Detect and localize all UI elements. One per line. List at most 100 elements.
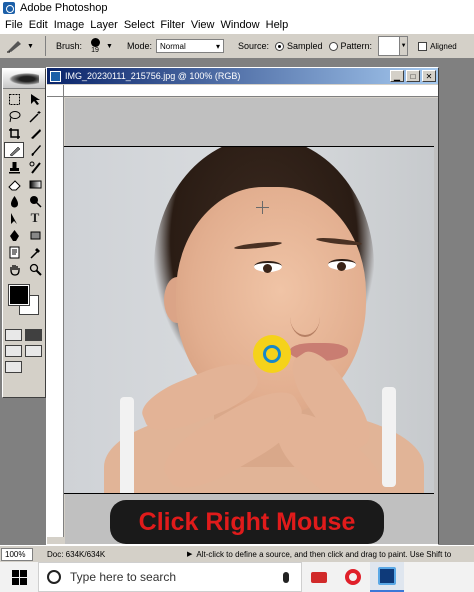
vertical-ruler[interactable] bbox=[47, 97, 64, 537]
zoom-field[interactable]: 100% bbox=[1, 547, 33, 561]
pattern-label: Pattern: bbox=[340, 41, 373, 51]
brush-picker[interactable]: 19 bbox=[86, 35, 104, 57]
pattern-dropdown-icon[interactable]: ▼ bbox=[400, 36, 409, 56]
brush-size: 19 bbox=[91, 46, 99, 54]
slice-tool-icon[interactable] bbox=[25, 125, 45, 141]
microphone-icon[interactable] bbox=[283, 571, 289, 583]
checkbox-icon bbox=[418, 41, 428, 51]
magic-wand-tool-icon[interactable] bbox=[25, 108, 45, 124]
taskbar-opera-app[interactable] bbox=[336, 562, 370, 592]
photo-image[interactable] bbox=[64, 146, 434, 494]
crop-tool-icon[interactable] bbox=[4, 125, 24, 141]
eyedropper-tool-icon[interactable] bbox=[25, 244, 45, 260]
radio-unselected-icon bbox=[328, 41, 338, 51]
mode-value: Normal bbox=[159, 41, 186, 51]
clone-stamp-icon bbox=[7, 41, 21, 53]
mouse-cursor-highlight-icon bbox=[253, 335, 291, 373]
mode-select[interactable]: Normal ▾ bbox=[155, 39, 224, 53]
document-icon bbox=[50, 70, 61, 82]
menu-view[interactable]: View bbox=[190, 19, 220, 31]
source-label: Source: bbox=[237, 41, 269, 51]
pen-tool-icon[interactable] bbox=[4, 227, 24, 243]
opera-browser-icon bbox=[345, 569, 361, 585]
foreground-color-swatch[interactable] bbox=[8, 284, 30, 306]
brush-label: Brush: bbox=[56, 41, 83, 51]
chevron-down-icon: ▾ bbox=[215, 41, 220, 51]
search-icon bbox=[47, 570, 61, 584]
brush-tool-icon[interactable] bbox=[25, 142, 45, 158]
mode-label: Mode: bbox=[126, 41, 152, 51]
zoom-tool-icon[interactable] bbox=[25, 261, 45, 277]
menu-filter[interactable]: Filter bbox=[159, 19, 189, 31]
clone-source-crosshair-icon bbox=[256, 201, 269, 214]
color-swatches bbox=[5, 283, 43, 323]
source-sampled-radio[interactable]: Sampled bbox=[275, 41, 323, 51]
overlay-caption: Click Right Mouse bbox=[110, 500, 384, 544]
taskbar-photoshop-app[interactable] bbox=[370, 562, 404, 592]
toolbox: T bbox=[2, 68, 46, 398]
tool-preset-picker[interactable]: ▼ bbox=[6, 36, 46, 56]
menu-select[interactable]: Select bbox=[123, 19, 160, 31]
search-placeholder: Type here to search bbox=[70, 570, 177, 584]
status-menu-arrow-icon[interactable]: ▶ bbox=[187, 550, 192, 558]
screen-mode-standard-icon[interactable] bbox=[5, 345, 22, 357]
strap-right bbox=[382, 387, 396, 487]
clone-stamp-tool-icon[interactable] bbox=[4, 159, 24, 175]
taskbar-recorder-app[interactable] bbox=[302, 562, 336, 592]
move-tool-icon[interactable] bbox=[25, 91, 45, 107]
ruler-corner bbox=[47, 85, 64, 97]
hand-tool-icon[interactable] bbox=[4, 261, 24, 277]
app-title: Adobe Photoshop bbox=[20, 2, 108, 14]
menu-image[interactable]: Image bbox=[53, 19, 90, 31]
minimize-button[interactable]: ▁ bbox=[390, 70, 404, 82]
notes-tool-icon[interactable] bbox=[4, 244, 24, 260]
type-tool-icon[interactable]: T bbox=[25, 210, 45, 226]
windows-taskbar: Type here to search bbox=[0, 562, 474, 592]
standard-mode-icon[interactable] bbox=[5, 329, 22, 341]
dodge-tool-icon[interactable] bbox=[25, 193, 45, 209]
eraser-tool-icon[interactable] bbox=[4, 176, 24, 192]
shape-tool-icon[interactable] bbox=[25, 227, 45, 243]
menu-layer[interactable]: Layer bbox=[89, 19, 123, 31]
brush-tip-icon bbox=[90, 37, 100, 47]
nose-shape bbox=[290, 297, 320, 337]
marquee-tool-icon[interactable] bbox=[4, 91, 24, 107]
path-selection-tool-icon[interactable] bbox=[4, 210, 24, 226]
lasso-tool-icon[interactable] bbox=[4, 108, 24, 124]
document-titlebar[interactable]: IMG_20230111_215756.jpg @ 100% (RGB) ▁ □… bbox=[47, 68, 438, 84]
radio-selected-icon bbox=[275, 41, 284, 51]
horizontal-ruler[interactable] bbox=[64, 85, 438, 97]
history-brush-tool-icon[interactable] bbox=[25, 159, 45, 175]
blur-tool-icon[interactable] bbox=[4, 193, 24, 209]
taskbar-search-box[interactable]: Type here to search bbox=[38, 562, 302, 592]
document-title: IMG_20230111_215756.jpg @ 100% (RGB) bbox=[65, 71, 241, 81]
tool-hint-text: Alt-click to define a source, and then c… bbox=[196, 549, 452, 559]
windows-logo-icon bbox=[11, 569, 27, 585]
healing-brush-tool-icon[interactable] bbox=[4, 142, 24, 158]
source-pattern-radio[interactable]: Pattern: bbox=[328, 41, 373, 51]
pattern-swatch[interactable] bbox=[378, 36, 401, 56]
gradient-tool-icon[interactable] bbox=[25, 176, 45, 192]
screen-mode-full-icon[interactable] bbox=[25, 345, 42, 357]
start-button[interactable] bbox=[0, 562, 38, 592]
menu-edit[interactable]: Edit bbox=[28, 19, 53, 31]
options-bar: ▼ Brush: 19 ▼ Mode: Normal ▾ Source: Sam… bbox=[0, 33, 474, 59]
document-size-status[interactable]: Doc: 634K/634K bbox=[47, 550, 187, 559]
sampled-label: Sampled bbox=[287, 41, 323, 51]
aligned-label: Aligned bbox=[430, 41, 457, 51]
feather-logo-icon bbox=[9, 72, 39, 85]
toolbox-header[interactable] bbox=[3, 69, 45, 89]
left-eye bbox=[254, 261, 282, 273]
screen-recorder-icon bbox=[311, 571, 327, 583]
quick-mask-mode-icon[interactable] bbox=[25, 329, 42, 341]
close-button[interactable]: ✕ bbox=[422, 70, 436, 82]
aligned-checkbox[interactable]: Aligned bbox=[418, 41, 457, 51]
menu-window[interactable]: Window bbox=[220, 19, 265, 31]
jump-to-imageready-icon[interactable] bbox=[5, 361, 22, 373]
menu-help[interactable]: Help bbox=[265, 19, 294, 31]
strap-left bbox=[120, 397, 134, 493]
chevron-down-icon: ▼ bbox=[27, 42, 34, 50]
maximize-button[interactable]: □ bbox=[406, 70, 420, 82]
menu-file[interactable]: File bbox=[4, 19, 28, 31]
brush-dropdown-icon[interactable]: ▼ bbox=[106, 43, 113, 50]
